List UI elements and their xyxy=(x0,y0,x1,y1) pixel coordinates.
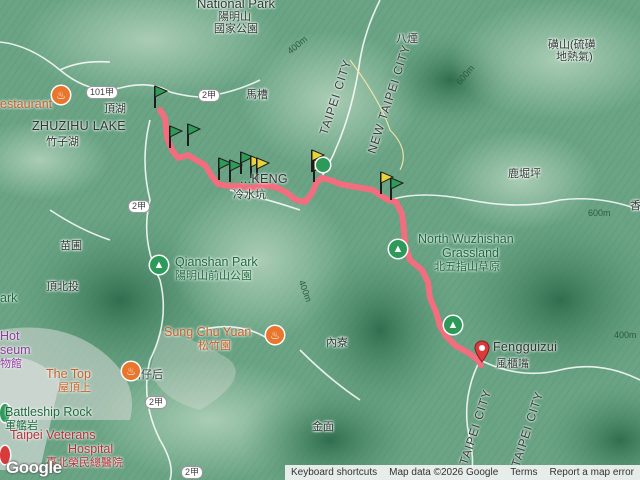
restaurant-icon[interactable]: ♨ xyxy=(52,86,70,104)
road-shield-101: 101甲 xyxy=(86,86,119,99)
attribution-bar: Keyboard shortcuts Map data ©2026 Google… xyxy=(284,465,640,480)
road-shield-2a: 2甲 xyxy=(198,89,221,102)
waypoint-flag-icon[interactable] xyxy=(376,170,396,196)
park-icon[interactable]: ▲ xyxy=(389,240,407,258)
hiking-track xyxy=(157,107,484,368)
keyboard-shortcuts-link[interactable]: Keyboard shortcuts xyxy=(285,467,383,478)
start-flag-icon[interactable] xyxy=(165,124,185,150)
park-icon[interactable]: ▲ xyxy=(444,316,462,334)
waypoint-flag-icon[interactable] xyxy=(252,156,272,182)
map-canvas[interactable]: National Park 陽明山 國家公園 八煙 磺山(硫磺 地熱氣) 馬槽 … xyxy=(0,0,640,480)
road-shield-2a: 2甲 xyxy=(128,200,151,213)
start-flag-icon[interactable] xyxy=(150,84,170,110)
map-data-label: Map data ©2026 Google xyxy=(389,467,499,478)
restaurant-icon[interactable]: ♨ xyxy=(122,362,140,380)
park-icon[interactable]: ▲ xyxy=(150,256,168,274)
end-marker-icon[interactable] xyxy=(474,340,490,364)
google-logo[interactable]: Google xyxy=(6,458,62,478)
road-shield-2a: 2甲 xyxy=(145,396,168,409)
google-logo-text: Google xyxy=(6,458,62,477)
restaurant-icon[interactable]: ♨ xyxy=(266,326,284,344)
start-flag-icon[interactable] xyxy=(183,122,203,148)
park-icon[interactable] xyxy=(0,404,10,422)
park-icon[interactable] xyxy=(316,158,330,172)
report-error-link[interactable]: Report a map error xyxy=(544,467,640,478)
road-shield-2a: 2甲 xyxy=(181,466,204,479)
terms-link[interactable]: Terms xyxy=(504,467,543,478)
